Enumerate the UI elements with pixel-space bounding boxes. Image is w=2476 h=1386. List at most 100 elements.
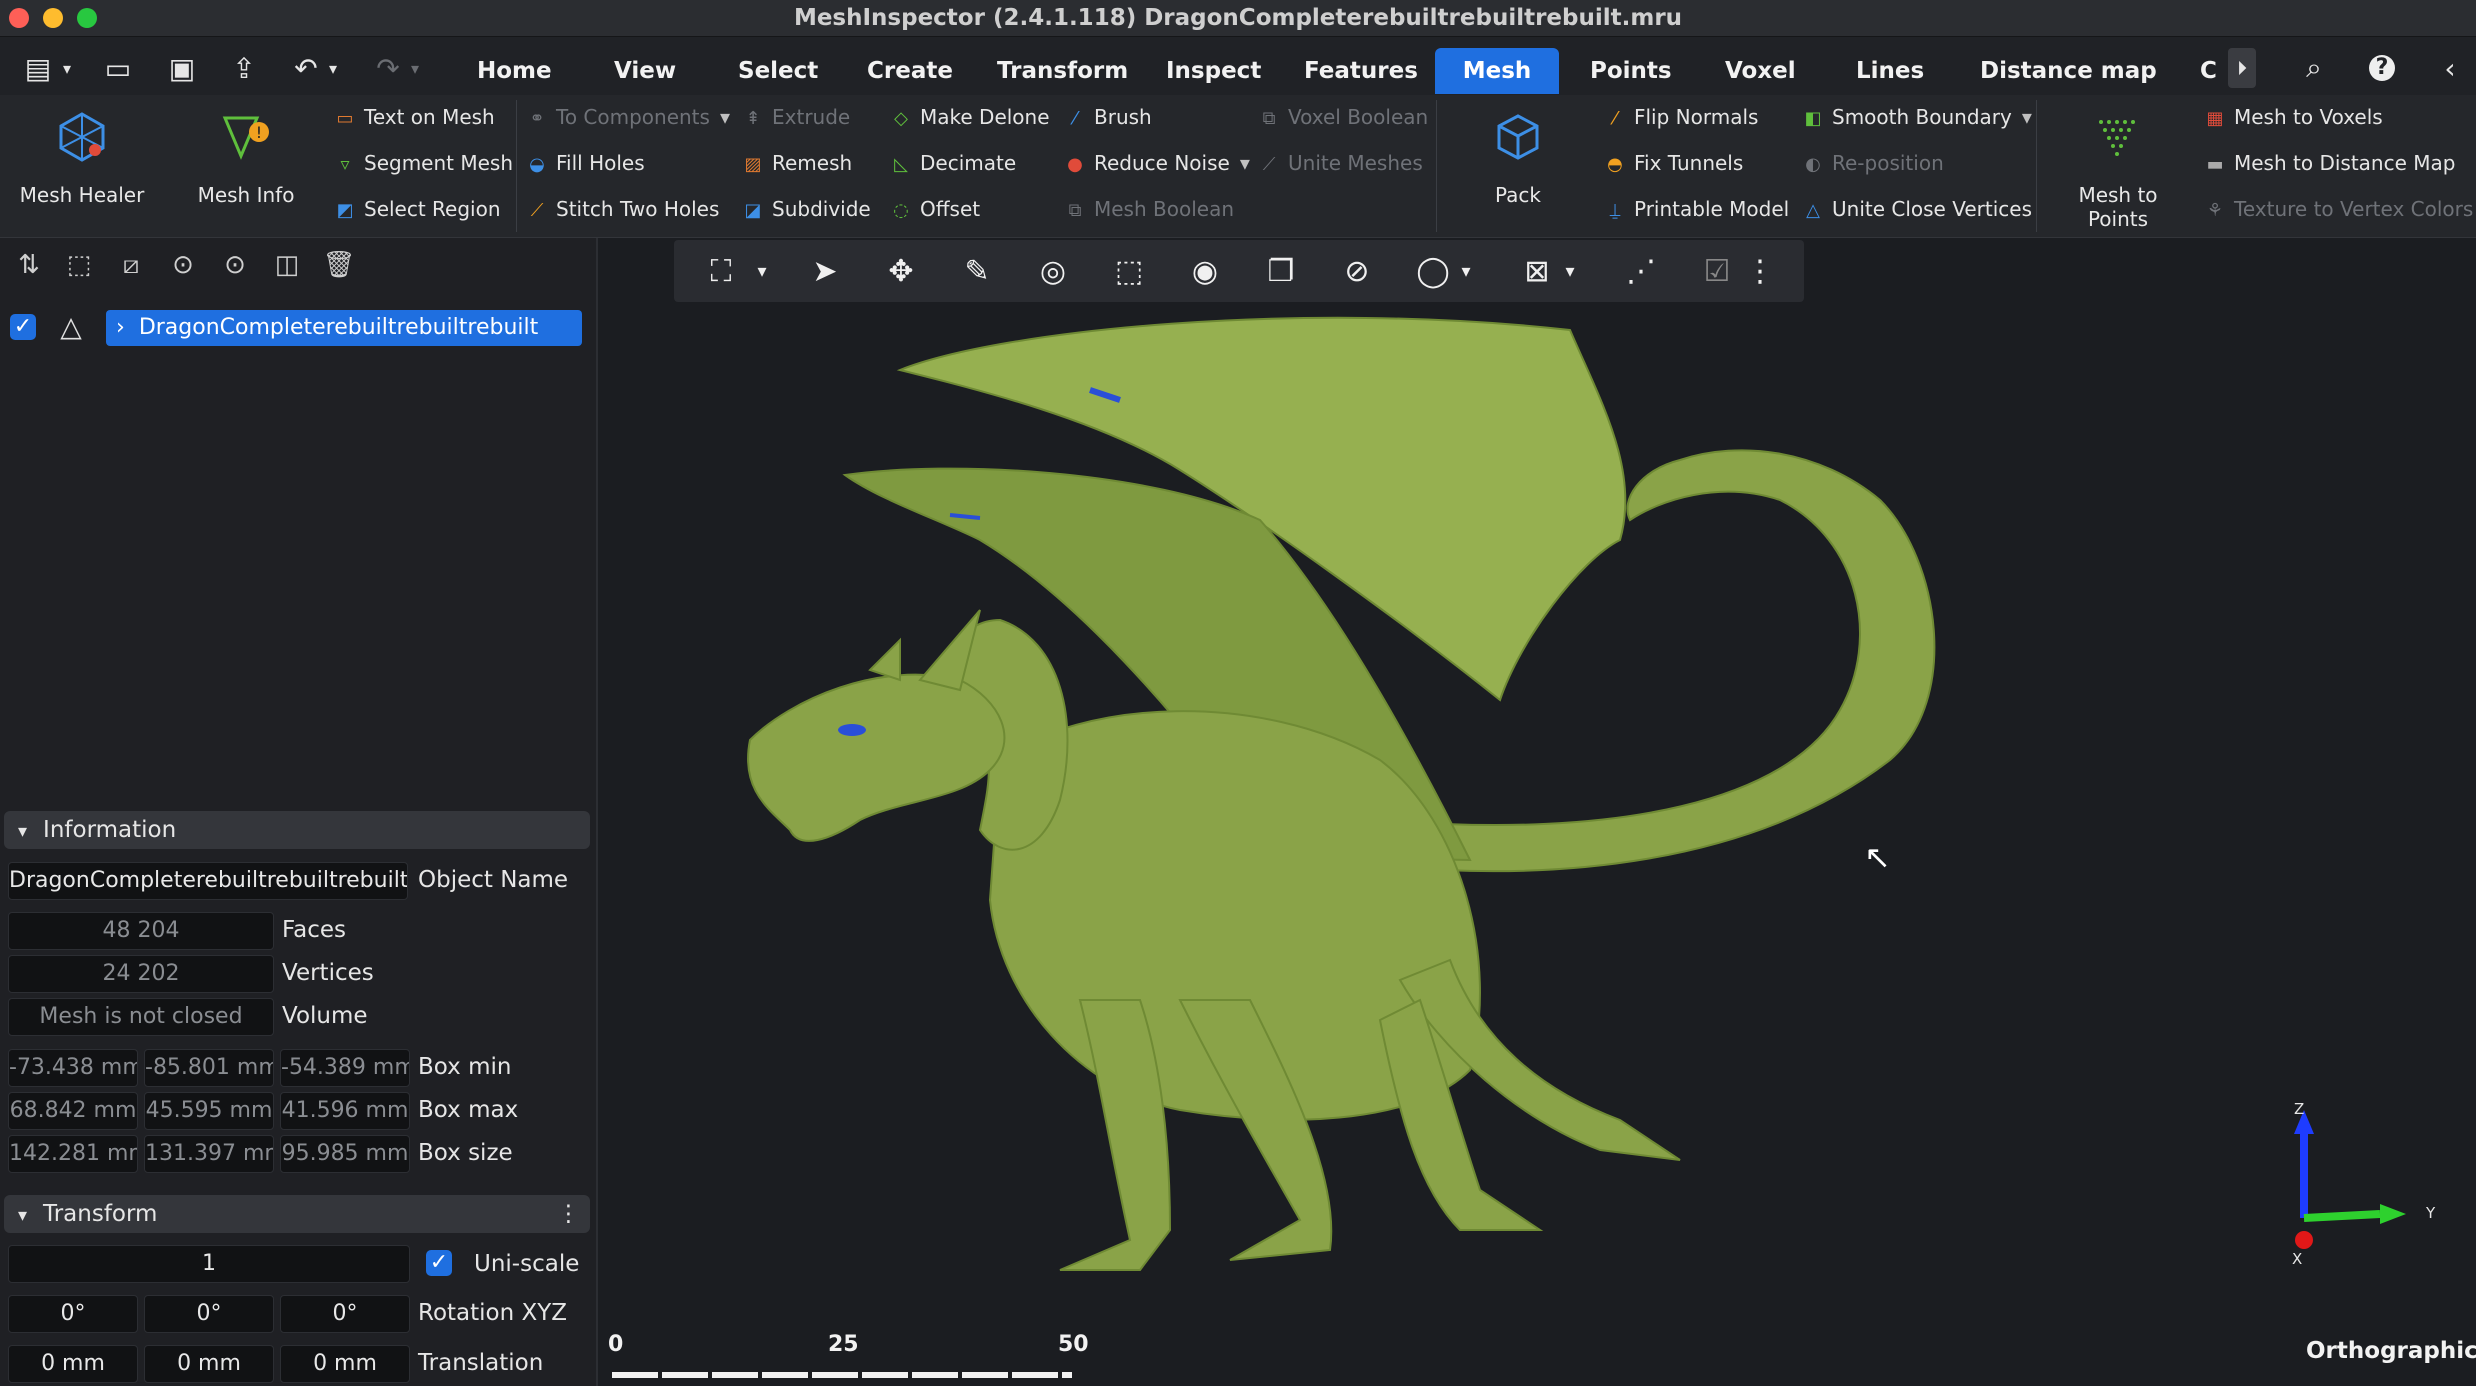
tab-points[interactable]: Points <box>1576 48 1686 94</box>
object-name-field[interactable]: DragonCompleterebuiltrebuiltrebuilt <box>8 862 408 900</box>
scroll-tabs-icon[interactable]: ⏵ <box>2228 48 2256 88</box>
brush-button[interactable]: ⁄ Brush <box>1066 97 1151 137</box>
bounding-box-icon[interactable]: ⬚ <box>1106 248 1152 294</box>
redo-icon[interactable]: ↷ <box>370 48 406 88</box>
new-file-icon[interactable]: ▤ <box>20 48 56 88</box>
edit-icon[interactable]: ✎ <box>954 248 1000 294</box>
select-region-button[interactable]: ◩ Select Region <box>336 189 500 229</box>
select-pointer-icon[interactable]: ➤ <box>802 248 848 294</box>
points-select-icon[interactable]: ⋰ <box>1618 248 1664 294</box>
save-icon[interactable]: ▣ <box>164 48 200 88</box>
text-on-mesh-button[interactable]: ▭ Text on Mesh <box>336 97 494 137</box>
subdivide-button[interactable]: ◪ Subdivide <box>744 189 870 229</box>
mesh-boolean-button[interactable]: ⧉ Mesh Boolean <box>1066 189 1234 229</box>
more-tools-icon[interactable]: ⋮ <box>1745 248 1775 294</box>
duplicate-icon[interactable]: ❐ <box>1258 248 1304 294</box>
fit-view-dropdown-icon[interactable]: ▾ <box>748 248 776 294</box>
tab-mesh[interactable]: Mesh <box>1435 48 1559 94</box>
offset-button[interactable]: ◌ Offset <box>892 189 980 229</box>
scale-field[interactable]: 1 <box>8 1245 410 1283</box>
tab-transform[interactable]: Transform <box>983 48 1142 94</box>
export-icon[interactable]: ⇪ <box>226 48 262 88</box>
tab-features[interactable]: Features <box>1290 48 1432 94</box>
mesh-to-voxels-button[interactable]: ▦ Mesh to Voxels <box>2206 97 2382 137</box>
help-icon[interactable]: ? <box>2364 48 2400 88</box>
translation-y-field[interactable]: 0 mm <box>144 1345 274 1383</box>
pack-button[interactable]: Pack <box>1456 110 1580 225</box>
translation-x-field[interactable]: 0 mm <box>8 1345 138 1383</box>
rotation-x-field[interactable]: 0° <box>8 1295 138 1333</box>
undo-dropdown-icon[interactable]: ▾ <box>324 48 342 88</box>
axis-x-label: X <box>2292 1250 2302 1268</box>
deselect-icon[interactable]: ⧄ <box>114 248 148 282</box>
texture-to-vertex-colors-button[interactable]: ⚘ Texture to Vertex Colors <box>2206 189 2473 229</box>
rotate-icon[interactable]: ◎ <box>1030 248 1076 294</box>
remesh-button[interactable]: ▨ Remesh <box>744 143 852 183</box>
object-visibility-checkbox[interactable]: ✓ <box>10 314 36 340</box>
move-icon[interactable]: ✥ <box>878 248 924 294</box>
uniscale-checkbox[interactable]: ✓ <box>426 1250 452 1276</box>
fit-view-icon[interactable]: ⛶ <box>698 248 744 294</box>
information-section-header[interactable]: ▾ Information <box>4 811 590 849</box>
printable-model-button[interactable]: ⍊ Printable Model <box>1606 189 1790 229</box>
undo-icon[interactable]: ↶ <box>288 48 324 88</box>
lasso-icon[interactable]: ◯ <box>1410 248 1456 294</box>
segment-mesh-button[interactable]: ▿ Segment Mesh <box>336 143 513 183</box>
more-options-icon[interactable]: ⋮ <box>557 1195 580 1233</box>
tab-distance-map[interactable]: Distance map <box>1966 48 2171 94</box>
sort-icon[interactable]: ⇅ <box>12 248 46 282</box>
search-icon[interactable]: ⌕ <box>2296 48 2332 88</box>
voxel-boolean-button[interactable]: ⧉ Voxel Boolean <box>1260 97 1429 137</box>
decimate-button[interactable]: ◺ Decimate <box>892 143 1016 183</box>
tab-select[interactable]: Select <box>724 48 832 94</box>
mesh-to-distance-map-button[interactable]: ▬ Mesh to Distance Map <box>2206 143 2455 183</box>
scene-item-dragon[interactable]: › DragonCompleterebuiltrebuiltrebuilt <box>106 310 582 346</box>
rotation-z-field[interactable]: 0° <box>280 1295 410 1333</box>
section-icon[interactable]: ⊘ <box>1334 248 1380 294</box>
mesh-info-button[interactable]: ! Mesh Info <box>176 110 316 225</box>
translation-z-field[interactable]: 0 mm <box>280 1345 410 1383</box>
move-up-icon[interactable]: ⊙ <box>166 248 200 282</box>
tab-overflow[interactable]: C <box>2186 48 2231 94</box>
fix-tunnels-button[interactable]: ◓ Fix Tunnels <box>1606 143 1743 183</box>
re-position-button[interactable]: ◐ Re-position <box>1804 143 1944 183</box>
smooth-boundary-button[interactable]: ◧ Smooth Boundary ▾ <box>1804 97 2031 137</box>
stitch-two-holes-button[interactable]: ⟋ Stitch Two Holes <box>528 189 720 229</box>
extrude-button[interactable]: ⇞ Extrude <box>744 97 850 137</box>
check-icon[interactable]: ☑ <box>1694 248 1740 294</box>
dragon-mesh[interactable] <box>598 238 2476 1386</box>
rotation-y-field[interactable]: 0° <box>144 1295 274 1333</box>
tab-create[interactable]: Create <box>853 48 967 94</box>
lasso-dropdown-icon[interactable]: ▾ <box>1452 248 1480 294</box>
chevron-down-icon[interactable]: ▾ <box>58 48 76 88</box>
collapse-icon[interactable]: ‹ <box>2432 48 2468 88</box>
transform-section-header[interactable]: ▾ Transform ⋮ <box>4 1195 590 1233</box>
fill-holes-button[interactable]: ◒ Fill Holes <box>528 143 645 183</box>
tab-view[interactable]: View <box>600 48 690 94</box>
panel-toggle-icon[interactable]: ◫ <box>270 248 304 282</box>
move-down-icon[interactable]: ⊙ <box>218 248 252 282</box>
tab-home[interactable]: Home <box>463 48 566 94</box>
unite-close-vertices-label: Unite Close Vertices <box>1832 197 2032 221</box>
unite-close-vertices-button[interactable]: △ Unite Close Vertices <box>1804 189 2032 229</box>
camera-icon[interactable]: ◉ <box>1182 248 1228 294</box>
reduce-noise-button[interactable]: ● Reduce Noise ▾ <box>1066 143 1250 183</box>
make-delone-button[interactable]: ◇ Make Delone <box>892 97 1049 137</box>
clear-selection-icon[interactable]: ⊠ <box>1514 248 1560 294</box>
mesh-to-points-button[interactable]: Mesh to Points <box>2046 110 2190 231</box>
flip-normals-button[interactable]: ⁄ Flip Normals <box>1606 97 1758 137</box>
tab-voxel[interactable]: Voxel <box>1711 48 1810 94</box>
mesh-healer-button[interactable]: Mesh Healer <box>12 110 152 225</box>
uniscale-label: Uni-scale <box>474 1251 580 1277</box>
delete-icon[interactable]: 🗑 <box>322 248 356 282</box>
unite-meshes-button[interactable]: ⟋ Unite Meshes <box>1260 143 1423 183</box>
boolean-icon: ⧉ <box>1068 200 1082 221</box>
open-folder-icon[interactable]: ▭ <box>100 48 136 88</box>
to-components-button[interactable]: ⚭ To Components ▾ <box>528 97 730 137</box>
redo-dropdown-icon[interactable]: ▾ <box>406 48 424 88</box>
select-all-icon[interactable]: ⬚ <box>62 248 96 282</box>
tab-lines[interactable]: Lines <box>1842 48 1938 94</box>
clear-selection-dropdown-icon[interactable]: ▾ <box>1556 248 1584 294</box>
tab-inspect[interactable]: Inspect <box>1152 48 1275 94</box>
projection-mode-label[interactable]: Orthographic <box>2306 1338 2476 1364</box>
